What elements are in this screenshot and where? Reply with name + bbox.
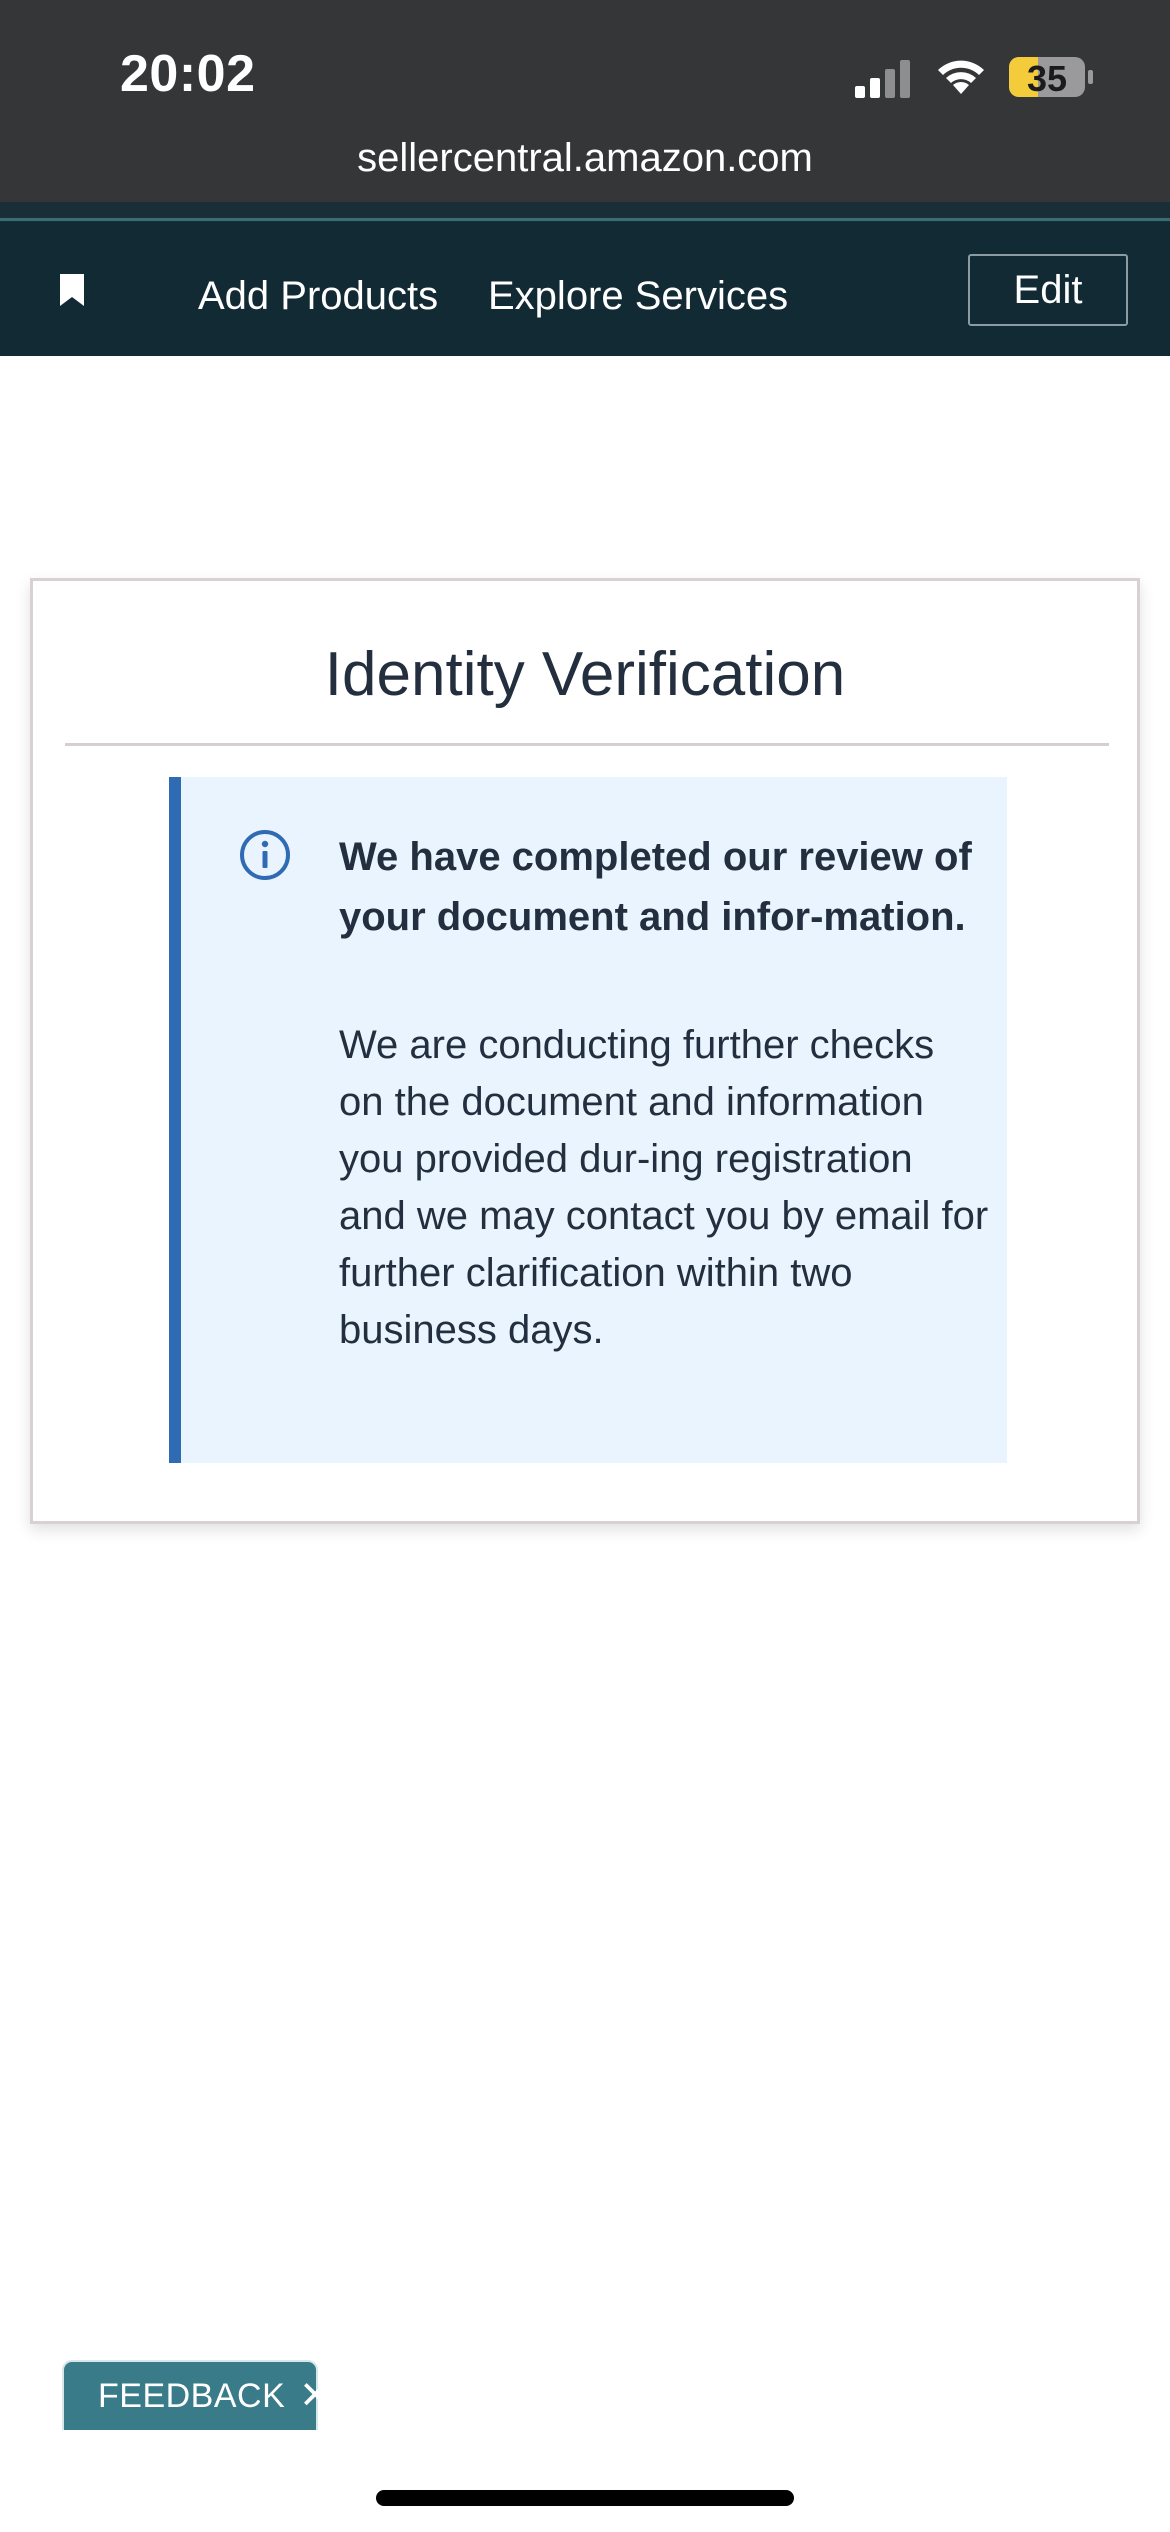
page-title: Identity Verification bbox=[324, 640, 846, 709]
address-bar-url[interactable]: sellercentral.amazon.com bbox=[0, 136, 1170, 181]
cellular-signal-icon bbox=[855, 60, 910, 98]
alert-body: We are conducting further checks on the … bbox=[339, 1023, 989, 1352]
nav-link-add-products[interactable]: Add Products bbox=[198, 274, 438, 319]
bookmark-icon[interactable] bbox=[58, 272, 86, 308]
home-indicator[interactable] bbox=[376, 2490, 794, 2506]
alert-heading: We have completed our review of your doc… bbox=[339, 835, 972, 939]
info-icon bbox=[240, 830, 290, 880]
status-time: 20:02 bbox=[120, 45, 256, 103]
nav-divider bbox=[0, 218, 1170, 221]
info-alert: We have completed our review of your doc… bbox=[169, 777, 1007, 1463]
battery-level: 35 bbox=[1026, 58, 1068, 99]
wifi-icon bbox=[938, 60, 984, 94]
feedback-tab[interactable]: FEEDBACK ✕ bbox=[62, 2360, 331, 2430]
close-icon[interactable]: ✕ bbox=[299, 2377, 331, 2415]
status-bar: 20:02 35 sellercentral.amazon.com bbox=[0, 0, 1170, 202]
title-divider bbox=[65, 743, 1109, 746]
nav-link-explore-services[interactable]: Explore Services bbox=[488, 274, 788, 319]
feedback-label[interactable]: FEEDBACK bbox=[98, 2377, 285, 2416]
edit-button[interactable]: Edit bbox=[968, 254, 1128, 326]
identity-verification-card: Identity Verification We have completed … bbox=[30, 578, 1140, 1524]
